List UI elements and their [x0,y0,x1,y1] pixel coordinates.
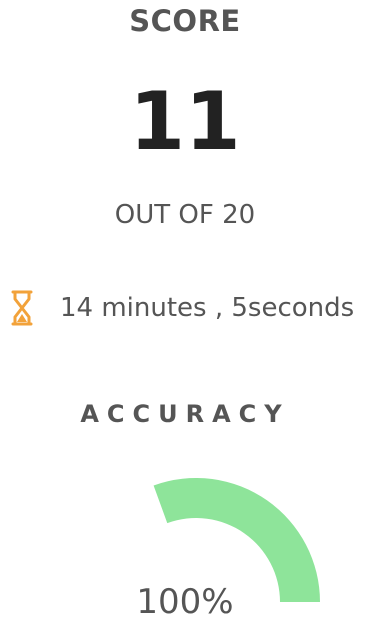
score-total-label: OUT OF 20 [114,200,256,230]
time-taken-text: 14 minutes , 5seconds [60,293,355,323]
accuracy-title: ACCURACY [80,400,290,428]
score-value: 11 [129,75,241,168]
time-taken-row: 14 minutes , 5seconds [8,286,354,330]
score-title: SCORE [129,4,241,38]
accuracy-value: 100% [136,582,234,622]
hourglass-icon [8,286,36,330]
